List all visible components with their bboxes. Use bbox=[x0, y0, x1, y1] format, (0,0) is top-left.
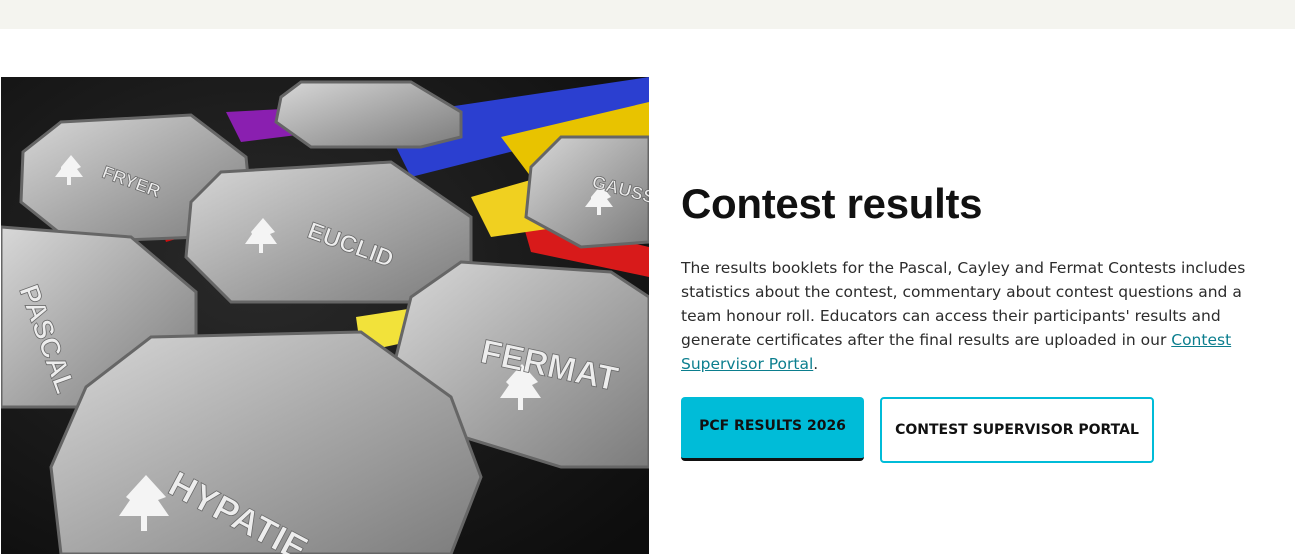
pcf-results-button[interactable]: PCF RESULTS 2026 bbox=[681, 397, 864, 461]
contest-results-section: Contest results The results booklets for… bbox=[681, 178, 1281, 376]
contest-supervisor-portal-button[interactable]: CONTEST SUPERVISOR PORTAL bbox=[880, 397, 1154, 463]
top-bar bbox=[0, 0, 1295, 29]
section-description: The results booklets for the Pascal, Cay… bbox=[681, 256, 1271, 376]
description-text: The results booklets for the Pascal, Cay… bbox=[681, 259, 1246, 349]
section-title: Contest results bbox=[681, 180, 983, 227]
description-end: . bbox=[813, 355, 819, 373]
medals-image: FRYER EUCLID PASCAL FERMAT HYPATIE GAUSS bbox=[1, 77, 649, 554]
medals-photo: FRYER EUCLID PASCAL FERMAT HYPATIE GAUSS bbox=[1, 77, 649, 554]
